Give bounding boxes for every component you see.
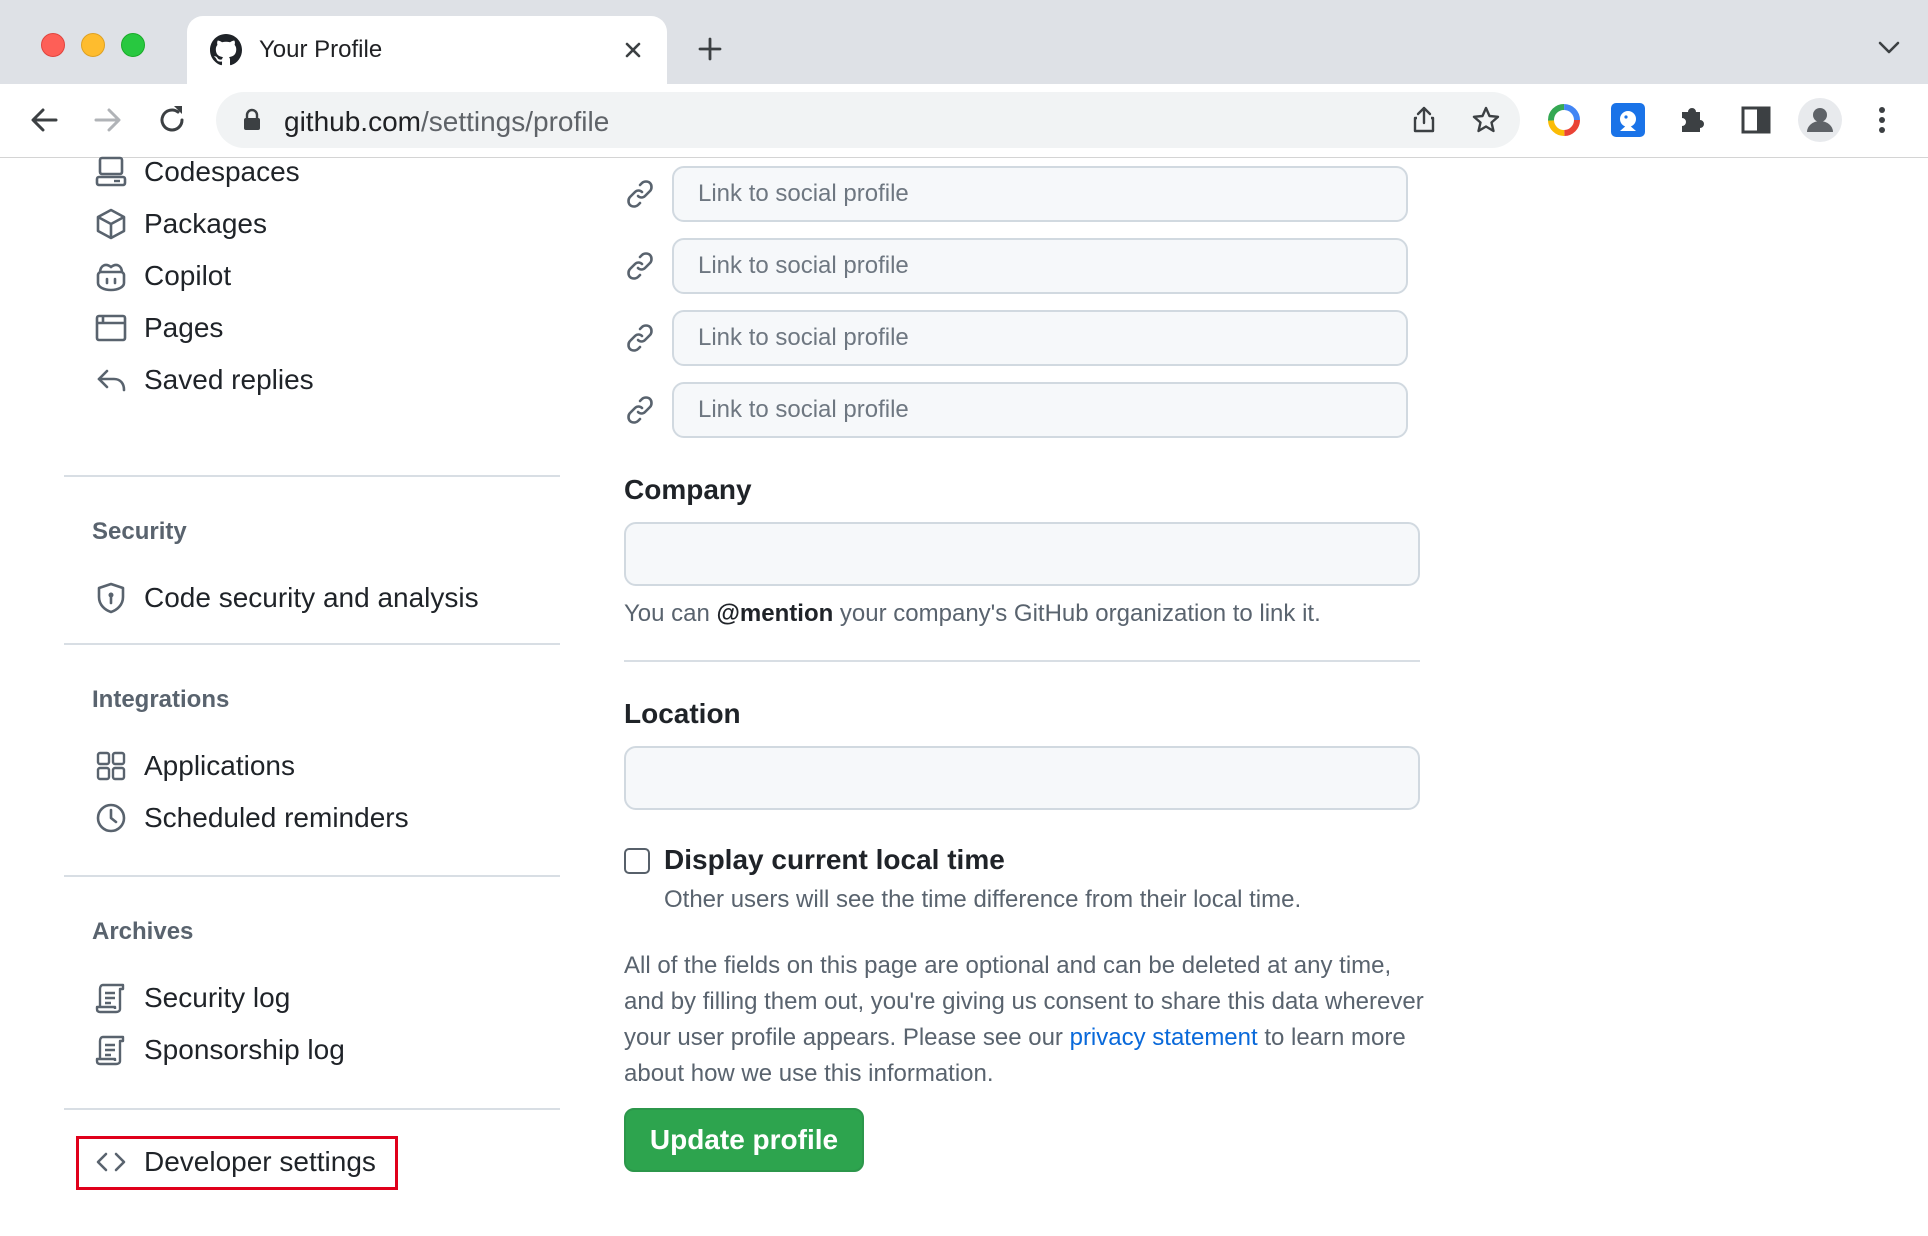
company-note-text: your company's GitHub organization to li… — [833, 600, 1321, 627]
minimize-window-button[interactable] — [81, 33, 105, 57]
sidebar-item-saved-replies[interactable]: Saved replies — [94, 360, 314, 400]
sidebar-item-label: Sponsorship log — [144, 1034, 345, 1065]
sidebar-item-packages[interactable]: Packages — [94, 204, 267, 244]
social-link-input[interactable] — [672, 382, 1408, 438]
sidebar-heading-integrations: Integrations — [92, 686, 230, 713]
log-icon — [95, 1035, 125, 1066]
address-bar[interactable]: github.com/settings/profile — [216, 92, 1520, 148]
clock-icon — [96, 803, 126, 833]
sidebar-item-applications[interactable]: Applications — [94, 746, 295, 786]
chevron-down-icon[interactable] — [1876, 36, 1902, 58]
social-link-input[interactable] — [672, 238, 1408, 294]
sidebar-divider — [64, 643, 560, 645]
url-text[interactable]: github.com/settings/profile — [284, 106, 609, 138]
company-label: Company — [624, 474, 752, 505]
forward-arrow-icon[interactable] — [88, 100, 128, 140]
browser-window: Your Profile github.com/settings/profile… — [0, 0, 1928, 1236]
sidebar-item-codespaces[interactable]: Codespaces — [94, 152, 300, 192]
sidebar-divider — [64, 1108, 560, 1110]
browser-toolbar: github.com/settings/profile — [0, 84, 1928, 158]
bookmark-star-icon[interactable] — [1470, 104, 1502, 136]
sidebar-item-label: Packages — [144, 208, 267, 239]
sidebar-item-label: Pages — [144, 312, 224, 343]
more-menu-icon[interactable] — [1870, 100, 1894, 140]
company-field[interactable] — [624, 522, 1420, 586]
tab-strip: Your Profile — [0, 0, 1928, 84]
log-icon — [95, 983, 125, 1014]
browser-icon — [95, 314, 127, 342]
url-path: /settings/profile — [420, 106, 610, 137]
developer-settings-highlight — [76, 1136, 398, 1190]
codespaces-icon — [95, 156, 127, 187]
sidebar-item-label: Applications — [144, 750, 295, 781]
optional-fields-disclaimer: All of the fields on this page are optio… — [624, 948, 1424, 1092]
sidebar-divider — [64, 875, 560, 877]
local-time-label[interactable]: Display current local time — [664, 844, 1005, 876]
package-icon — [96, 208, 126, 240]
local-time-note: Other users will see the time difference… — [664, 886, 1302, 913]
shield-icon — [97, 582, 125, 614]
share-icon[interactable] — [1408, 104, 1440, 136]
link-icon — [627, 180, 653, 208]
location-label: Location — [624, 698, 741, 729]
reload-icon[interactable] — [152, 100, 192, 140]
sidebar-item-code-security[interactable]: Code security and analysis — [94, 578, 479, 618]
close-tab-icon[interactable] — [617, 34, 649, 66]
back-arrow-icon[interactable] — [24, 100, 64, 140]
tab-your-profile[interactable]: Your Profile — [187, 16, 667, 84]
bird-extension-icon[interactable] — [1608, 100, 1648, 140]
puzzle-extensions-icon[interactable] — [1672, 100, 1712, 140]
link-icon — [627, 324, 653, 352]
sidebar-item-label: Scheduled reminders — [144, 802, 409, 833]
mention-text: @mention — [716, 600, 834, 627]
company-note: You can @mention your company's GitHub o… — [624, 600, 1321, 628]
sidebar-item-pages[interactable]: Pages — [94, 308, 223, 348]
social-link-input[interactable] — [672, 166, 1408, 222]
sidebar-item-copilot[interactable]: Copilot — [94, 256, 231, 296]
maximize-window-button[interactable] — [121, 33, 145, 57]
apps-icon — [96, 751, 126, 781]
form-divider — [624, 660, 1420, 662]
lock-icon — [244, 108, 260, 130]
close-window-button[interactable] — [41, 33, 65, 57]
tab-title: Your Profile — [259, 36, 383, 63]
link-icon — [627, 396, 653, 424]
sidebar-item-sponsorship-log[interactable]: Sponsorship log — [94, 1030, 345, 1070]
sidebar-heading-security: Security — [92, 518, 187, 545]
github-icon — [210, 34, 242, 66]
color-wheel-extension-icon[interactable] — [1544, 100, 1584, 140]
copilot-icon — [96, 263, 126, 292]
sidebar-item-label: Security log — [144, 982, 291, 1013]
side-panel-icon[interactable] — [1736, 100, 1776, 140]
new-tab-icon[interactable] — [694, 33, 726, 65]
sidebar-item-label: Copilot — [144, 260, 232, 291]
social-link-input[interactable] — [672, 310, 1408, 366]
local-time-checkbox[interactable] — [624, 848, 650, 874]
sidebar-item-security-log[interactable]: Security log — [94, 978, 290, 1018]
link-icon — [627, 252, 653, 280]
reply-icon — [97, 369, 126, 392]
privacy-statement-link[interactable]: privacy statement — [1070, 1024, 1258, 1051]
person-icon — [1807, 108, 1833, 132]
company-note-text: You can — [624, 600, 717, 627]
sidebar-item-scheduled-reminders[interactable]: Scheduled reminders — [94, 798, 409, 838]
settings-page: Codespaces Packages Copilot Pages Saved … — [0, 156, 1928, 1236]
sidebar-item-label: Code security and analysis — [144, 582, 479, 613]
sidebar-item-label: Codespaces — [144, 156, 300, 187]
url-host: github.com — [284, 106, 421, 137]
sidebar-divider — [64, 475, 560, 477]
sidebar-item-label: Saved replies — [144, 364, 314, 395]
profile-avatar[interactable] — [1798, 98, 1842, 142]
location-field[interactable] — [624, 746, 1420, 810]
sidebar-heading-archives: Archives — [92, 918, 194, 945]
update-profile-button[interactable]: Update profile — [624, 1108, 864, 1172]
